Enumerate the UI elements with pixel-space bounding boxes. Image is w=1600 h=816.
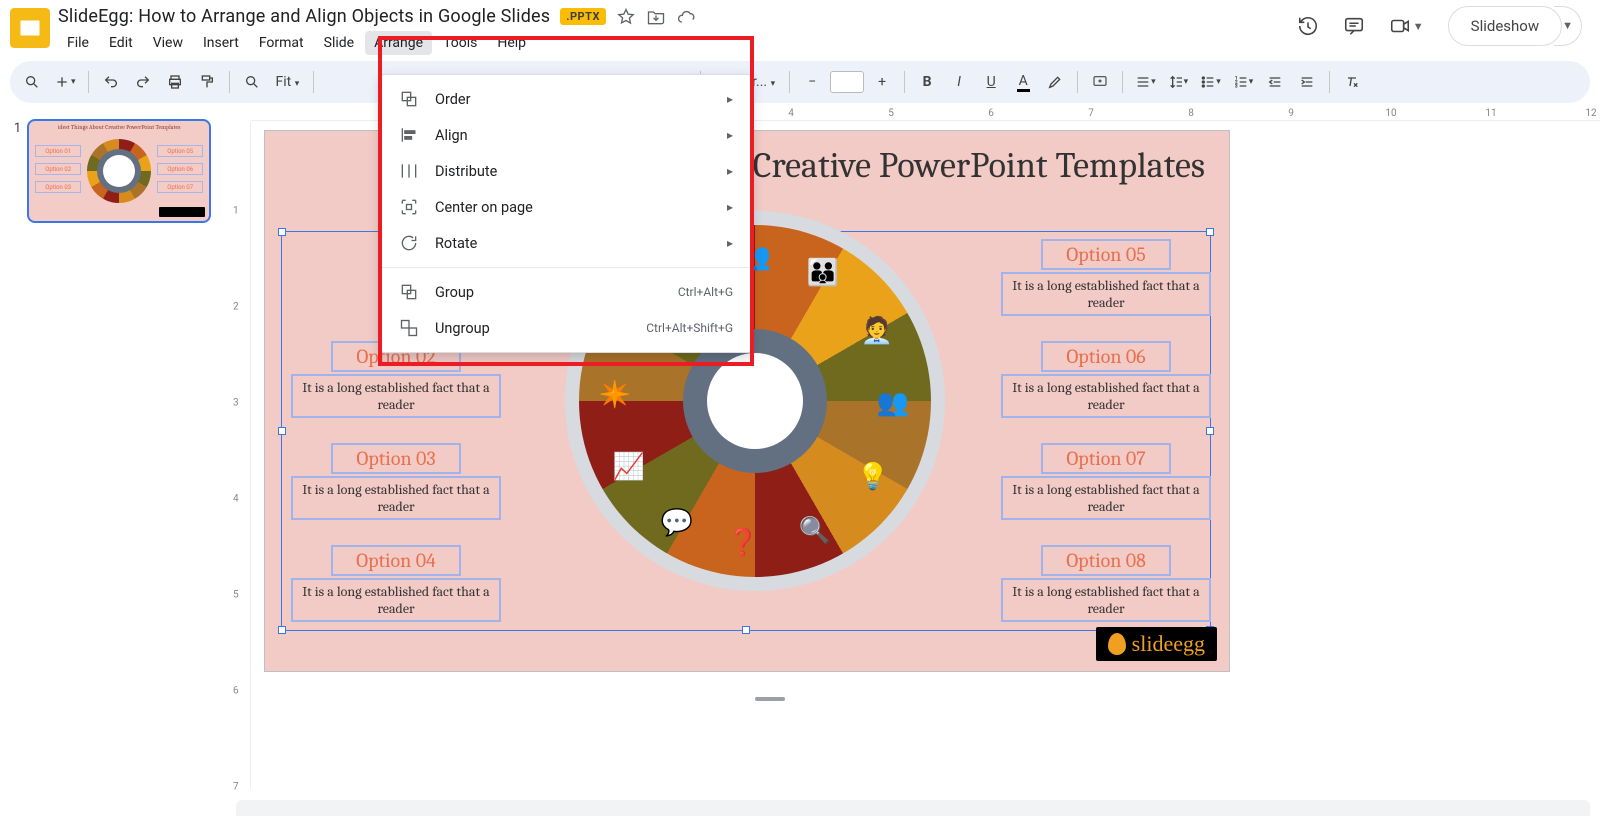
menu-insert[interactable]: Insert	[194, 31, 248, 55]
new-slide-icon[interactable]: ▾	[50, 68, 80, 96]
line-spacing-icon[interactable]: ▾	[1164, 68, 1193, 96]
search-person-icon: 🔍	[795, 511, 835, 551]
history-icon[interactable]	[1297, 15, 1319, 37]
resize-handle[interactable]	[1206, 228, 1214, 236]
option-box[interactable]: Option 03 It is a long established fact …	[291, 443, 501, 520]
chat-icon: 💬	[657, 503, 697, 543]
pptx-badge: .PPTX	[560, 8, 606, 25]
option-box[interactable]: Option 08 It is a long established fact …	[1001, 545, 1211, 622]
bullet-list-icon[interactable]: ▾	[1196, 68, 1225, 96]
font-size-input[interactable]	[830, 71, 864, 93]
idea-icon: 💡	[853, 457, 893, 497]
resize-handle[interactable]	[742, 626, 750, 634]
doc-title[interactable]: SlideEgg: How to Arrange and Align Objec…	[58, 6, 550, 27]
resize-handle[interactable]	[1206, 427, 1214, 435]
comments-icon[interactable]	[1343, 15, 1365, 37]
menu-arrange[interactable]: Arrange	[365, 31, 432, 55]
search-menus-icon[interactable]	[18, 68, 46, 96]
slide-thumbnail[interactable]: idest Things About Creative PowerPoint T…	[27, 119, 211, 223]
menu-bar: File Edit View Insert Format Slide Arran…	[58, 31, 1297, 55]
slideshow-button[interactable]: Slideshow	[1448, 6, 1562, 46]
center-page-icon	[399, 197, 419, 217]
brand-badge: slideegg	[1096, 627, 1217, 661]
distribute-icon	[399, 161, 419, 181]
filmstrip[interactable]: 1 idest Things About Creative PowerPoint…	[0, 107, 225, 789]
menu-tools[interactable]: Tools	[434, 31, 486, 55]
move-to-drive-icon[interactable]	[646, 7, 666, 27]
speaker-notes-bar[interactable]	[236, 800, 1590, 816]
redo-icon[interactable]	[129, 68, 157, 96]
slides-app-icon[interactable]	[10, 8, 50, 48]
resize-handle[interactable]	[278, 427, 286, 435]
meeting-icon: 🧑‍💼	[857, 311, 897, 351]
italic-icon[interactable]: I	[945, 68, 973, 96]
bold-icon[interactable]: B	[913, 68, 941, 96]
highlight-color-icon[interactable]	[1041, 68, 1069, 96]
option-box[interactable]: Option 04 It is a long established fact …	[291, 545, 501, 622]
menu-distribute[interactable]: Distribute▸	[381, 153, 751, 189]
team-icon: 👥	[873, 383, 913, 423]
menu-format[interactable]: Format	[250, 31, 313, 55]
insert-comment-icon[interactable]	[1086, 68, 1114, 96]
option-box[interactable]: Option 05 It is a long established fact …	[1001, 239, 1211, 316]
vertical-ruler[interactable]: 1234567	[225, 121, 251, 789]
menu-center-on-page[interactable]: Center on page▸	[381, 189, 751, 225]
network-icon: ✴️	[595, 375, 635, 415]
paint-format-icon[interactable]	[193, 68, 221, 96]
align-left-icon	[399, 125, 419, 145]
present-dropdown-icon[interactable]: ▼	[1413, 20, 1424, 33]
order-icon	[399, 89, 419, 109]
toolbar: ▾ Fit ▾ Cambr... ▾ − + B I U A ▾ ▾ ▾ 123…	[10, 61, 1590, 103]
menu-file[interactable]: File	[58, 31, 98, 55]
cloud-status-icon[interactable]	[676, 7, 696, 27]
option-box[interactable]: Option 07 It is a long established fact …	[1001, 443, 1211, 520]
egg-icon	[1108, 633, 1126, 655]
menu-help[interactable]: Help	[488, 31, 535, 55]
indent-increase-icon[interactable]	[1293, 68, 1321, 96]
rotate-icon	[399, 233, 419, 253]
resize-handle[interactable]	[278, 626, 286, 634]
arrange-menu: Order▸ Align▸ Distribute▸ Center on page…	[380, 74, 752, 353]
menu-order[interactable]: Order▸	[381, 81, 751, 117]
align-icon[interactable]: ▾	[1131, 68, 1160, 96]
indent-decrease-icon[interactable]	[1261, 68, 1289, 96]
menu-group[interactable]: GroupCtrl+Alt+G	[381, 274, 751, 310]
menu-rotate[interactable]: Rotate▸	[381, 225, 751, 261]
numbered-list-icon[interactable]: 123▾	[1229, 68, 1258, 96]
group-icon	[399, 282, 419, 302]
menu-ungroup[interactable]: UngroupCtrl+Alt+Shift+G	[381, 310, 751, 346]
present-camera-icon[interactable]	[1389, 15, 1411, 37]
option-box[interactable]: Option 06 It is a long established fact …	[1001, 341, 1211, 418]
ungroup-icon	[399, 318, 419, 338]
text-color-icon[interactable]: A	[1009, 68, 1037, 96]
zoom-level[interactable]: Fit ▾	[270, 74, 306, 90]
menu-edit[interactable]: Edit	[100, 31, 142, 55]
undo-icon[interactable]	[97, 68, 125, 96]
group-icon: 👪	[803, 253, 843, 293]
notes-resizer[interactable]	[755, 697, 785, 701]
menu-slide[interactable]: Slide	[315, 31, 363, 55]
slideshow-dropdown[interactable]: ▼	[1554, 6, 1582, 46]
question-icon: ❓	[723, 523, 763, 563]
thumb-number: 1	[14, 121, 21, 136]
menu-view[interactable]: View	[144, 31, 192, 55]
underline-icon[interactable]: U	[977, 68, 1005, 96]
star-icon[interactable]	[616, 7, 636, 27]
clear-formatting-icon[interactable]	[1338, 68, 1366, 96]
print-icon[interactable]	[161, 68, 189, 96]
font-size-decrease-icon[interactable]: −	[798, 68, 826, 96]
title-bar: SlideEgg: How to Arrange and Align Objec…	[0, 0, 1600, 55]
growth-icon: 📈	[609, 447, 649, 487]
zoom-icon[interactable]	[238, 68, 266, 96]
svg-text:3: 3	[1235, 83, 1238, 89]
resize-handle[interactable]	[278, 228, 286, 236]
font-size-increase-icon[interactable]: +	[868, 68, 896, 96]
menu-align[interactable]: Align▸	[381, 117, 751, 153]
